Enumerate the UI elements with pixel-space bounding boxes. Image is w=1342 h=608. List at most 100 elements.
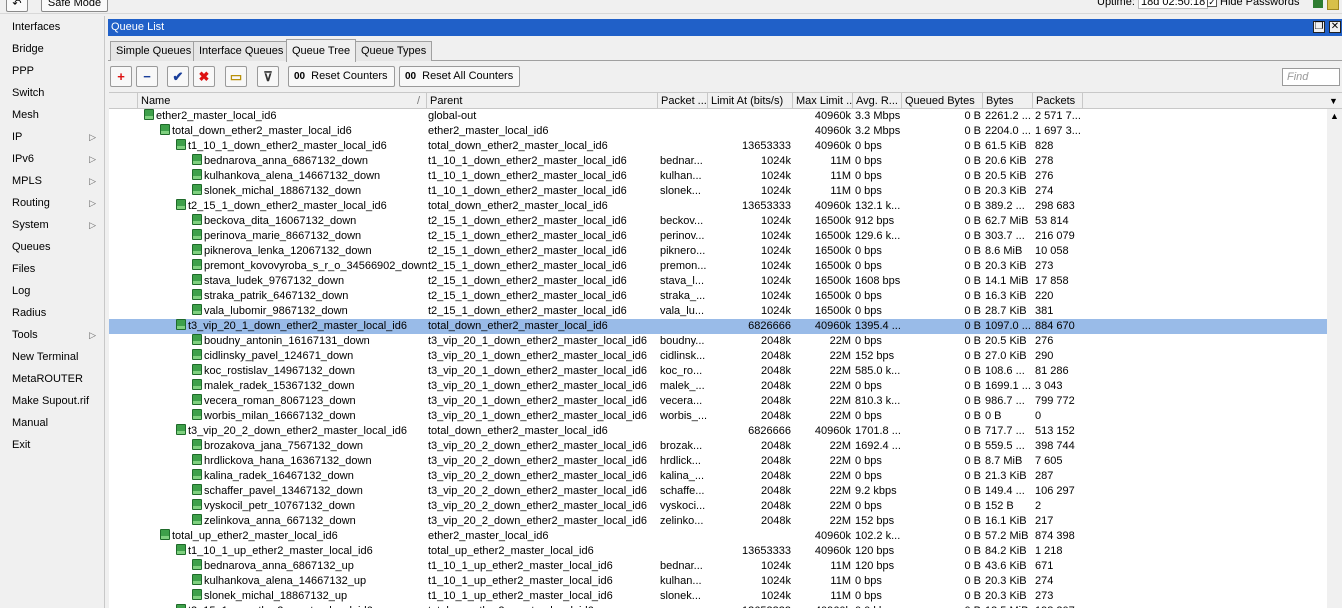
safe-mode-button[interactable]: Safe Mode (41, 0, 108, 12)
sidebar-item-label: New Terminal (12, 351, 79, 363)
sidebar-item-new-terminal[interactable]: New Terminal (0, 346, 104, 368)
find-input[interactable]: Find (1282, 68, 1340, 86)
table-row[interactable]: kalina_radek_16467132_down t3_vip_20_2_do… (109, 469, 1327, 484)
sidebar-item-radius[interactable]: Radius (0, 302, 104, 324)
table-row[interactable]: stava_ludek_9767132_down t2_15_1_down_eth… (109, 274, 1327, 289)
sidebar-item-routing[interactable]: Routing ▷ (0, 192, 104, 214)
tab-simple-queues[interactable]: Simple Queues (110, 41, 198, 61)
sidebar-item-queues[interactable]: Queues (0, 236, 104, 258)
table-row[interactable]: schaffer_pavel_13467132_down t3_vip_20_2_… (109, 484, 1327, 499)
disable-button[interactable]: ✖ (193, 66, 215, 87)
table-row[interactable]: piknerova_lenka_12067132_down t2_15_1_dow… (109, 244, 1327, 259)
table-row[interactable]: premont_kovovyroba_s_r_o_34566902_down t2… (109, 259, 1327, 274)
sidebar-item-mpls[interactable]: MPLS ▷ (0, 170, 104, 192)
cell-name: vecera_roman_8067123_down (192, 394, 427, 409)
cell-bytes: 16.3 KiB (985, 290, 1027, 302)
table-row[interactable]: kulhankova_alena_14667132_down t1_10_1_do… (109, 169, 1327, 184)
add-button[interactable]: + (110, 66, 132, 87)
toolbar: + − ✔ ✖ ▭ ⊽ 00 Reset Counters 00 Reset All… (108, 64, 1342, 89)
column-header-packets[interactable]: Packets (1033, 93, 1083, 109)
column-header-queued-bytes[interactable]: Queued Bytes (902, 93, 983, 109)
cell-packets: 276 (1035, 335, 1054, 347)
queue-icon (160, 124, 170, 135)
table-row[interactable]: slonek_michal_18867132_down t1_10_1_down_… (109, 184, 1327, 199)
table-row[interactable]: kulhankova_alena_14667132_up t1_10_1_up_e… (109, 574, 1327, 589)
restore-window-icon[interactable]: ❐ (1313, 21, 1325, 33)
filter-button[interactable]: ⊽ (257, 66, 279, 87)
remove-button[interactable]: − (136, 66, 158, 87)
undo-button[interactable]: ↶ (6, 0, 28, 12)
table-row[interactable]: total_down_ether2_master_local_id6 ether2… (109, 124, 1327, 139)
table-row[interactable]: hrdlickova_hana_16367132_down t3_vip_20_2… (109, 454, 1327, 469)
table-row[interactable]: t1_10_1_up_ether2_master_local_id6 total_… (109, 544, 1327, 559)
cell-max-limit: 40960k (793, 604, 853, 608)
tab-queue-tree[interactable]: Queue Tree (286, 39, 357, 62)
table-row[interactable]: total_up_ether2_master_local_id6 ether2_m… (109, 529, 1327, 544)
cell-queued-bytes: 0 B (964, 215, 981, 227)
table-row[interactable]: beckova_dita_16067132_down t2_15_1_down_e… (109, 214, 1327, 229)
column-menu-icon[interactable]: ▼ (1329, 96, 1338, 106)
comment-button[interactable]: ▭ (225, 66, 247, 87)
cell-avg-rate: 0 bps (855, 290, 882, 302)
queue-icon (192, 499, 202, 510)
column-header-packet-mark[interactable]: Packet ... (658, 93, 708, 109)
sidebar-item-ip[interactable]: IP ▷ (0, 126, 104, 148)
cell-queued-bytes: 0 B (964, 575, 981, 587)
table-row[interactable]: koc_rostislav_14967132_down t3_vip_20_1_d… (109, 364, 1327, 379)
close-window-icon[interactable]: ✕ (1329, 21, 1341, 33)
hide-passwords-toggle[interactable]: ✓ Hide Passwords (1207, 0, 1299, 8)
cell-avg-rate: 0 bps (855, 590, 882, 602)
column-header-limit-at[interactable]: Limit At (bits/s) (708, 93, 793, 109)
table-row[interactable]: t1_10_1_down_ether2_master_local_id6 tota… (109, 139, 1327, 154)
column-header-parent[interactable]: Parent (427, 93, 658, 109)
table-row[interactable]: vala_lubomir_9867132_down t2_15_1_down_et… (109, 304, 1327, 319)
sidebar-item-bridge[interactable]: Bridge (0, 38, 104, 60)
table-row[interactable]: brozakova_jana_7567132_down t3_vip_20_2_d… (109, 439, 1327, 454)
sidebar-item-metarouter[interactable]: MetaROUTER (0, 368, 104, 390)
tab-queue-types[interactable]: Queue Types (355, 41, 433, 61)
table-row[interactable]: worbis_milan_16667132_down t3_vip_20_1_do… (109, 409, 1327, 424)
table-row[interactable]: t3_vip_20_1_down_ether2_master_local_id6… (109, 319, 1327, 334)
sidebar-item-tools[interactable]: Tools ▷ (0, 324, 104, 346)
table-row[interactable]: bednarova_anna_6867132_down t1_10_1_down_… (109, 154, 1327, 169)
table-row[interactable]: cidlinsky_pavel_124671_down t3_vip_20_1_d… (109, 349, 1327, 364)
table-row[interactable]: malek_radek_15367132_down t3_vip_20_1_dow… (109, 379, 1327, 394)
enable-button[interactable]: ✔ (167, 66, 189, 87)
reset-counters-button[interactable]: 00 Reset Counters (288, 66, 395, 87)
sidebar-item-manual[interactable]: Manual (0, 412, 104, 434)
table-row[interactable]: vyskocil_petr_10767132_down t3_vip_20_2_d… (109, 499, 1327, 514)
table-row[interactable]: bednarova_anna_6867132_up t1_10_1_up_ethe… (109, 559, 1327, 574)
column-header-bytes[interactable]: Bytes (983, 93, 1033, 109)
sidebar-item-log[interactable]: Log (0, 280, 104, 302)
table-row[interactable]: straka_patrik_6467132_down t2_15_1_down_e… (109, 289, 1327, 304)
sidebar-item-exit[interactable]: Exit (0, 434, 104, 456)
sidebar-item-switch[interactable]: Switch (0, 82, 104, 104)
scroll-up-icon[interactable]: ▲ (1330, 111, 1339, 121)
column-header-max-limit[interactable]: Max Limit ... (793, 93, 853, 109)
sidebar-item-files[interactable]: Files (0, 258, 104, 280)
sidebar-item-ipv6[interactable]: IPv6 ▷ (0, 148, 104, 170)
vertical-scrollbar[interactable]: ▲ (1327, 109, 1342, 608)
tab-interface-queues[interactable]: Interface Queues (193, 41, 290, 61)
table-row[interactable]: slonek_michal_18867132_up t1_10_1_up_ethe… (109, 589, 1327, 604)
table-row[interactable]: t2_15_1_up_ether2_master_local_id6total_… (109, 604, 1327, 608)
table-row[interactable]: vecera_roman_8067123_down t3_vip_20_1_dow… (109, 394, 1327, 409)
column-header-name[interactable]: Name / (138, 93, 427, 109)
table-row[interactable]: boudny_antonin_16167131_down t3_vip_20_1_… (109, 334, 1327, 349)
cell-parent: t3_vip_20_1_down_ether2_master_local_id6 (428, 350, 647, 362)
table-row[interactable]: ether2_master_local_id6 global-out 40960k 3… (109, 109, 1327, 124)
hide-passwords-checkbox[interactable]: ✓ (1207, 0, 1217, 8)
sidebar-item-mesh[interactable]: Mesh (0, 104, 104, 126)
reset-all-counters-button[interactable]: 00 Reset All Counters (399, 66, 521, 87)
queue-tree-table: Name / Parent Packet ... Limit At (bits/s… (109, 92, 1342, 608)
sidebar-item-ppp[interactable]: PPP (0, 60, 104, 82)
sidebar-item-interfaces[interactable]: Interfaces (0, 16, 104, 38)
sidebar-item-make-supout-rif[interactable]: Make Supout.rif (0, 390, 104, 412)
table-row[interactable]: perinova_marie_8667132_down t2_15_1_down_… (109, 229, 1327, 244)
table-row[interactable]: t3_vip_20_2_down_ether2_master_local_id6… (109, 424, 1327, 439)
sidebar-item-system[interactable]: System ▷ (0, 214, 104, 236)
column-header-avg-rate[interactable]: Avg. R... (853, 93, 902, 109)
table-row[interactable]: t2_15_1_down_ether2_master_local_id6 tota… (109, 199, 1327, 214)
cell-packet-mark: piknero... (660, 245, 706, 257)
table-row[interactable]: zelinkova_anna_667132_down t3_vip_20_2_do… (109, 514, 1327, 529)
